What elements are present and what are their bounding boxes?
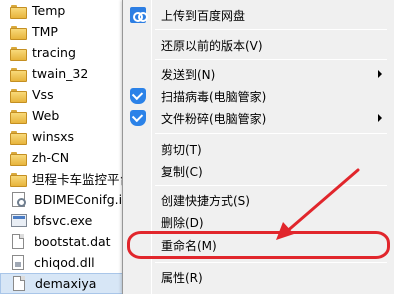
file-item-zh-cn[interactable]: zh-CN [0,147,134,168]
file-name: twain_32 [32,66,89,81]
file-name: bfsvc.exe [33,213,93,228]
file-name: bootstat.dat [34,234,111,249]
executable-icon [11,214,27,227]
folder-icon [10,172,27,187]
menu-item-upload-baidu[interactable]: 上传到百度网盘 [126,4,392,26]
file-item-tracing[interactable]: tracing [0,42,134,63]
file-item-bfsvc[interactable]: bfsvc.exe [0,210,134,231]
menu-item-label: 复制(C) [161,164,203,179]
menu-item-label: 上传到百度网盘 [161,8,246,23]
file-name: chiqod.dll [34,255,95,270]
file-item-demaxiya[interactable]: demaxiya [0,273,134,294]
file-name: Vss [32,87,54,102]
config-file-icon [12,192,26,207]
menu-item-delete[interactable]: 删除(D) [126,211,392,233]
file-icon [13,276,25,291]
file-list: Temp TMP tracing twain_32 Vss Web winsxs… [0,0,134,294]
file-name: tracing [32,45,76,60]
pc-manager-shield-icon [130,88,146,104]
file-item-vss[interactable]: Vss [0,84,134,105]
file-icon [12,234,24,249]
menu-item-send-to[interactable]: 发送到(N) [126,63,392,85]
menu-item-label: 剪切(T) [161,142,202,157]
folder-icon [10,67,27,82]
menu-item-copy[interactable]: 复制(C) [126,160,392,182]
menu-item-label: 扫描病毒(电脑管家) [161,89,267,104]
menu-item-create-shortcut[interactable]: 创建快捷方式(S) [126,189,392,211]
menu-item-label: 删除(D) [161,215,204,230]
file-item-bootstat[interactable]: bootstat.dat [0,231,134,252]
file-item-twain-32[interactable]: twain_32 [0,63,134,84]
menu-item-label: 创建快捷方式(S) [161,193,250,208]
file-name: demaxiya [35,276,97,291]
file-item-truck-monitor[interactable]: 坦程卡车监控平台 [0,168,134,189]
file-item-temp[interactable]: Temp [0,0,134,21]
dll-file-icon [12,255,24,270]
menu-separator [155,133,387,134]
file-name: Web [32,108,60,123]
folder-icon [10,130,27,145]
menu-item-shred-file[interactable]: 文件粉碎(电脑管家) [126,107,392,129]
menu-item-label: 文件粉碎(电脑管家) [161,111,267,126]
menu-separator [155,185,387,186]
menu-item-label: 属性(R) [161,270,203,285]
file-item-winsxs[interactable]: winsxs [0,126,134,147]
file-name: zh-CN [32,150,70,165]
file-name: winsxs [32,129,75,144]
folder-icon [10,151,27,166]
rename-highlight-ellipse [127,231,390,259]
file-name: TMP [32,24,58,39]
folder-icon [10,4,27,19]
file-name: BDIMEConifg.ini [34,192,134,207]
menu-item-cut[interactable]: 剪切(T) [126,138,392,160]
menu-item-label: 还原以前的版本(V) [161,38,263,53]
submenu-arrow-icon [378,114,382,122]
menu-item-restore-version[interactable]: 还原以前的版本(V) [126,34,392,56]
file-name: 坦程卡车监控平台 [32,172,133,187]
baidu-cloud-icon [130,7,148,23]
file-item-bdimeconfig[interactable]: BDIMEConifg.ini [0,189,134,210]
file-item-web[interactable]: Web [0,105,134,126]
menu-item-scan-virus[interactable]: 扫描病毒(电脑管家) [126,85,392,107]
menu-separator [155,262,387,263]
submenu-arrow-icon [378,70,382,78]
folder-icon [10,46,27,61]
pc-manager-shield-icon [130,110,146,126]
menu-item-properties[interactable]: 属性(R) [126,266,392,288]
menu-item-label: 发送到(N) [161,67,216,82]
folder-icon [10,109,27,124]
folder-icon [10,88,27,103]
menu-separator [155,59,387,60]
file-item-chiqod[interactable]: chiqod.dll [0,252,134,273]
menu-separator [155,29,387,30]
file-item-tmp[interactable]: TMP [0,21,134,42]
folder-icon [10,25,27,40]
file-name: Temp [32,3,66,18]
